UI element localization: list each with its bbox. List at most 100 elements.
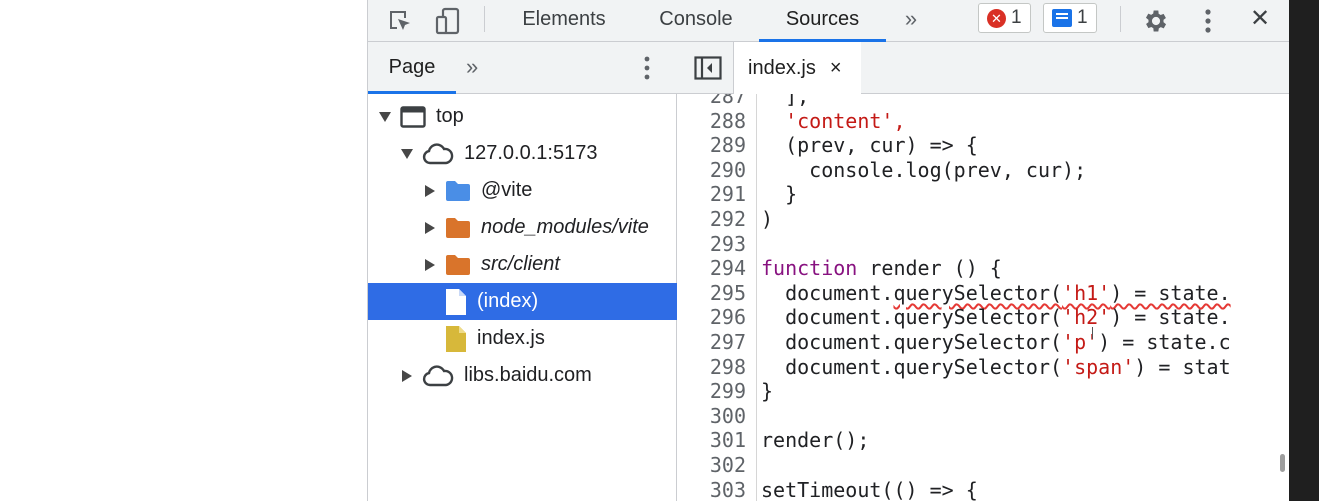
code-line: document.querySelector('h1') = state. xyxy=(761,281,1231,306)
line-number[interactable]: 298 xyxy=(686,355,746,380)
folder-orange-icon xyxy=(445,217,471,239)
error-count: 1 xyxy=(1011,7,1022,28)
string-token: 'h2' xyxy=(1062,305,1111,330)
message-count-badge[interactable]: 1 xyxy=(1043,3,1097,33)
expanded-arrow-icon[interactable] xyxy=(378,110,392,124)
message-icon xyxy=(1052,9,1072,27)
editor-tab-bar: index.js × xyxy=(677,42,1290,94)
expanded-arrow-icon[interactable] xyxy=(400,147,414,161)
navigator-menu-icon[interactable] xyxy=(640,54,654,82)
code-line: function render () { xyxy=(761,256,1002,281)
code-token: document.querySelector( xyxy=(761,305,1063,330)
inspect-element-icon[interactable] xyxy=(380,0,420,42)
gear-icon[interactable] xyxy=(1136,0,1176,42)
string-token: 'span' xyxy=(1062,354,1135,379)
error-count-badge[interactable]: ✕ 1 xyxy=(978,3,1031,33)
device-toolbar-icon[interactable] xyxy=(428,0,468,42)
collapsed-arrow-icon[interactable] xyxy=(400,369,414,383)
folder-blue-icon xyxy=(445,180,471,202)
code-line: document.querySelector('h2') = state. xyxy=(761,305,1231,330)
error-icon: ✕ xyxy=(987,8,1006,28)
code-token: document.querySelector( xyxy=(761,354,1063,379)
tree-item-label: src/client xyxy=(481,253,560,275)
file-tab-index-js[interactable]: index.js × xyxy=(734,42,861,94)
code-line: } xyxy=(761,379,774,404)
tree-item-label: index.js xyxy=(477,327,545,349)
tree-item-folder[interactable]: src/client xyxy=(368,246,677,283)
line-number[interactable]: 291 xyxy=(686,182,746,207)
line-number[interactable]: 297 xyxy=(686,330,746,355)
page-viewport xyxy=(0,0,367,501)
line-number[interactable]: 292 xyxy=(686,207,746,232)
cloud-icon xyxy=(422,142,454,165)
code-line: document.querySelector('p') = state.c xyxy=(761,330,1231,355)
line-number[interactable]: 303 xyxy=(686,478,746,501)
code-line: ) xyxy=(761,207,774,231)
string-token: 'h1' xyxy=(1062,280,1111,305)
code-line: console.log(prev, cur); xyxy=(761,157,1087,182)
code-token: document.querySelector( xyxy=(761,330,1063,354)
file-icon xyxy=(445,288,467,316)
close-devtools-button[interactable]: ✕ xyxy=(1240,0,1280,42)
code-token: document. xyxy=(761,280,894,305)
tree-item-host[interactable]: 127.0.0.1:5173 xyxy=(368,135,677,172)
keyword-token: function xyxy=(761,256,858,281)
toggle-navigator-icon[interactable] xyxy=(694,56,722,85)
tab-page[interactable]: Page xyxy=(368,42,456,94)
tree-item-host[interactable]: libs.baidu.com xyxy=(368,357,677,394)
file-tree: top 127.0.0.1:5173 @vite node_modules/vi… xyxy=(368,98,677,394)
line-number[interactable]: 288 xyxy=(686,109,746,134)
error-underlined-token: ) = state. xyxy=(1110,280,1231,305)
line-number[interactable]: 293 xyxy=(686,232,746,257)
file-navigator: Page » top 127.0.0.1:5173 @vite node_mod… xyxy=(368,42,677,501)
tab-console[interactable]: Console xyxy=(638,0,754,42)
tree-item-folder[interactable]: node_modules/vite xyxy=(368,209,677,246)
collapsed-arrow-icon[interactable] xyxy=(423,221,437,235)
window-edge xyxy=(1289,0,1319,501)
tab-sources[interactable]: Sources xyxy=(759,0,886,42)
more-tabs-button[interactable]: » xyxy=(894,0,928,42)
tree-item-file[interactable]: index.js xyxy=(368,320,677,357)
code-token: ) = state. xyxy=(1110,305,1231,330)
collapsed-arrow-icon[interactable] xyxy=(423,184,437,198)
code-token: render () { xyxy=(857,256,1002,281)
line-number[interactable]: 289 xyxy=(686,133,746,158)
source-editor: index.js × 287 288 289 290 291 292 293 2… xyxy=(677,42,1290,501)
collapsed-arrow-icon[interactable] xyxy=(423,258,437,272)
close-tab-icon[interactable]: × xyxy=(830,57,842,80)
code-view[interactable]: 287 288 289 290 291 292 293 294 295 296 … xyxy=(677,94,1290,501)
navigator-tab-indicator xyxy=(368,91,456,94)
file-tab-label: index.js xyxy=(748,56,816,79)
line-number[interactable]: 300 xyxy=(686,404,746,429)
tree-item-folder[interactable]: @vite xyxy=(368,172,677,209)
tree-item-label: libs.baidu.com xyxy=(464,364,592,386)
line-number[interactable]: 301 xyxy=(686,428,746,453)
tab-elements[interactable]: Elements xyxy=(504,0,624,42)
cloud-icon xyxy=(422,364,454,387)
line-number[interactable]: 290 xyxy=(686,158,746,183)
tree-item-file-selected[interactable]: (index) xyxy=(368,283,677,320)
tree-item-label: 127.0.0.1:5173 xyxy=(464,142,598,164)
code-line: ], xyxy=(761,94,810,108)
tree-item-label: top xyxy=(436,105,464,127)
code-line: render(); xyxy=(761,428,870,453)
line-number[interactable]: 294 xyxy=(686,256,746,281)
line-number-gutter: 287 288 289 290 291 292 293 294 295 296 … xyxy=(677,94,757,501)
line-number[interactable]: 287 xyxy=(686,94,746,109)
navigator-header: Page » xyxy=(368,42,677,94)
more-options-icon[interactable] xyxy=(1188,0,1228,42)
editor-scrollbar[interactable] xyxy=(1280,454,1285,472)
navigator-more-button[interactable]: » xyxy=(466,42,478,94)
line-number[interactable]: 302 xyxy=(686,453,746,478)
message-count: 1 xyxy=(1077,7,1088,28)
code-line: document.querySelector('span') = stat xyxy=(761,355,1231,380)
code-token: ) = stat xyxy=(1134,354,1231,379)
code-line: 'content', xyxy=(761,108,906,134)
tree-item-top[interactable]: top xyxy=(368,98,677,135)
devtools-toolbar: Elements Console Sources » ✕ 1 1 ✕ xyxy=(368,0,1290,42)
line-number[interactable]: 299 xyxy=(686,379,746,404)
line-number[interactable]: 296 xyxy=(686,305,746,330)
code-line: } xyxy=(761,182,798,207)
line-number[interactable]: 295 xyxy=(686,281,746,306)
string-token: 'content', xyxy=(785,108,906,133)
